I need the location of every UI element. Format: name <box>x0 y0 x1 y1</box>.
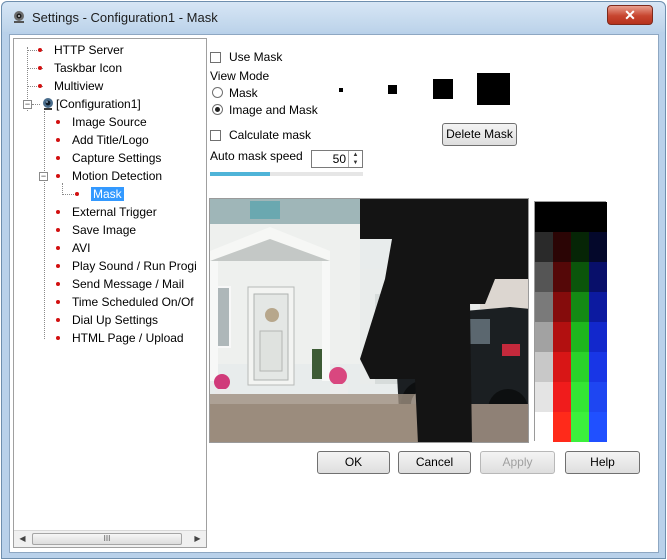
brush-size-large[interactable] <box>477 73 510 105</box>
tree-item[interactable]: Play Sound / Run Progi <box>56 258 197 274</box>
auto-mask-speed-label: Auto mask speed <box>210 149 303 163</box>
apply-button[interactable]: Apply <box>480 451 555 474</box>
dialog-client: − − HTTP Server Taskbar Icon Multiview [Con… <box>9 34 659 553</box>
tree-item-label: Multiview <box>54 79 104 93</box>
close-button[interactable]: ✕ <box>607 5 653 25</box>
webcam-icon <box>14 11 24 23</box>
mode-mask-radio[interactable] <box>212 87 223 98</box>
tree-item-label: Play Sound / Run Progi <box>72 259 197 273</box>
camera-icon <box>43 98 53 110</box>
tree-item-label: HTML Page / Upload <box>72 331 184 345</box>
close-icon: ✕ <box>624 7 636 23</box>
bullet-icon <box>56 282 60 286</box>
tree-item[interactable]: Motion Detection <box>56 168 163 184</box>
scroll-right-icon[interactable]: ▶ <box>190 532 205 546</box>
collapse-motion-detection-icon[interactable]: − <box>39 172 48 181</box>
color-palette[interactable] <box>534 201 607 442</box>
bullet-icon <box>56 174 60 178</box>
view-mode-label: View Mode <box>210 69 270 83</box>
use-mask-checkbox[interactable] <box>210 52 221 63</box>
bullet-icon <box>56 210 60 214</box>
bullet-icon <box>56 156 60 160</box>
spin-down-icon[interactable]: ▼ <box>348 159 362 167</box>
ok-button[interactable]: OK <box>317 451 390 474</box>
bullet-icon <box>38 84 42 88</box>
tree-item-label: Capture Settings <box>72 151 162 165</box>
tree-item-label: Save Image <box>72 223 137 237</box>
tree-item[interactable]: Multiview <box>38 78 104 94</box>
brush-size-small[interactable] <box>388 85 397 94</box>
tree-item[interactable]: Mask <box>75 186 124 202</box>
tree-item-label: Mask <box>91 187 124 201</box>
scroll-thumb-grip: III <box>103 534 111 543</box>
tree-item[interactable]: External Trigger <box>56 204 157 220</box>
tree-item[interactable]: AVI <box>56 240 91 256</box>
spin-up-icon[interactable]: ▲ <box>348 151 362 159</box>
auto-mask-speed-spinner[interactable]: 50 ▲ ▼ <box>311 150 363 168</box>
brush-size-medium[interactable] <box>433 79 453 99</box>
tree-item[interactable]: Add Title/Logo <box>56 132 149 148</box>
tree-connector <box>44 111 45 339</box>
help-button[interactable]: Help <box>565 451 640 474</box>
collapse-configuration-icon[interactable]: − <box>23 100 32 109</box>
title-bar[interactable]: Settings - Configuration1 - Mask ✕ <box>2 2 665 32</box>
tree-item[interactable]: Time Scheduled On/Of <box>56 294 194 310</box>
mode-image-and-mask-label: Image and Mask <box>229 103 318 117</box>
tree-item-label: Send Message / Mail <box>72 277 185 291</box>
tree-item[interactable]: Save Image <box>56 222 137 238</box>
tree-item[interactable]: Send Message / Mail <box>56 276 185 292</box>
tree-item-label: Add Title/Logo <box>72 133 149 147</box>
tree-item[interactable]: Taskbar Icon <box>38 60 123 76</box>
auto-mask-speed-fill <box>210 172 270 176</box>
bullet-icon <box>56 264 60 268</box>
tree-item-label: AVI <box>72 241 91 255</box>
tree-item[interactable]: Dial Up Settings <box>56 312 159 328</box>
mode-image-and-mask-radio[interactable] <box>212 104 223 115</box>
use-mask-label: Use Mask <box>229 50 283 64</box>
bullet-icon <box>56 120 60 124</box>
bullet-icon <box>56 300 60 304</box>
bullet-icon <box>56 138 60 142</box>
palette-swatches <box>535 202 607 442</box>
tree-item-label: Dial Up Settings <box>72 313 159 327</box>
tree-item-label: External Trigger <box>72 205 157 219</box>
bullet-icon <box>56 318 60 322</box>
tree-item[interactable]: HTTP Server <box>38 42 124 58</box>
window-title: Settings - Configuration1 - Mask <box>32 10 218 25</box>
bullet-icon <box>56 246 60 250</box>
tree-connector <box>32 104 40 105</box>
tree-item[interactable]: Image Source <box>56 114 147 130</box>
auto-mask-speed-bar <box>210 172 363 176</box>
settings-window: Settings - Configuration1 - Mask ✕ − − H… <box>1 1 666 559</box>
cancel-button[interactable]: Cancel <box>398 451 471 474</box>
bullet-icon <box>75 192 79 196</box>
tree-item-label: Motion Detection <box>72 169 163 183</box>
tree-item-label: Image Source <box>72 115 147 129</box>
tree-item-label: [Configuration1] <box>56 97 141 111</box>
tree-item[interactable]: [Configuration1] <box>56 96 141 112</box>
scroll-thumb[interactable]: III <box>32 533 182 545</box>
preview-image <box>210 199 528 442</box>
bullet-icon <box>56 336 60 340</box>
calculate-mask-checkbox[interactable] <box>210 130 221 141</box>
scroll-left-icon[interactable]: ◀ <box>15 532 30 546</box>
settings-tree: − − HTTP Server Taskbar Icon Multiview [Con… <box>13 38 207 548</box>
tree-item-label: Time Scheduled On/Of <box>72 295 194 309</box>
tree-item-label: Taskbar Icon <box>54 61 123 75</box>
auto-mask-speed-value: 50 <box>332 152 346 166</box>
bullet-icon <box>38 48 42 52</box>
tree-item-label: HTTP Server <box>54 43 124 57</box>
bullet-icon <box>56 228 60 232</box>
tree-item[interactable]: Capture Settings <box>56 150 162 166</box>
calculate-mask-label: Calculate mask <box>229 128 312 142</box>
bullet-icon <box>38 66 42 70</box>
tree-item[interactable]: HTML Page / Upload <box>56 330 184 346</box>
delete-mask-button[interactable]: Delete Mask <box>442 123 517 146</box>
tree-hscrollbar[interactable]: ◀ III ▶ <box>14 530 206 547</box>
mode-mask-label: Mask <box>229 86 258 100</box>
camera-preview[interactable] <box>209 198 529 443</box>
brush-size-tiny[interactable] <box>339 88 343 92</box>
